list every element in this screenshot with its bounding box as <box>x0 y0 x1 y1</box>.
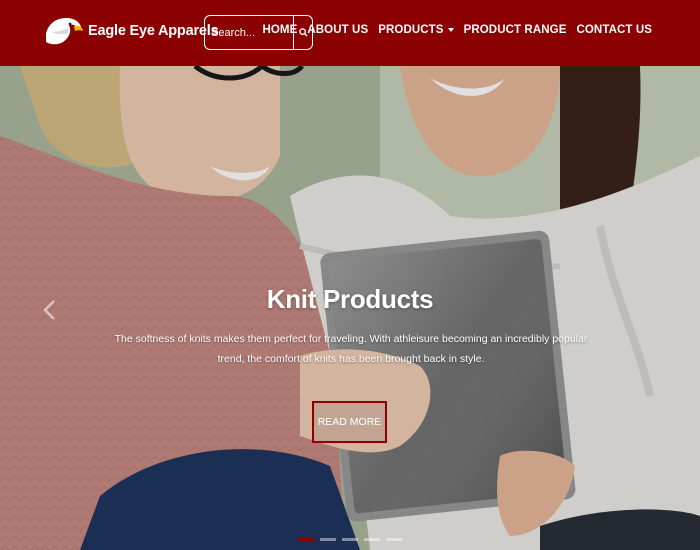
hero-title: Knit Products <box>266 284 434 314</box>
carousel-indicator[interactable] <box>386 538 402 541</box>
nav-about-label: ABOUT US <box>307 24 369 36</box>
read-more-button[interactable]: READ MORE <box>312 401 387 443</box>
nav-product-range-label: PRODUCT RANGE <box>463 24 567 36</box>
brand[interactable]: Eagle Eye Apparels <box>44 14 219 48</box>
nav-home-label: HOME <box>262 24 298 36</box>
nav-products-dropdown[interactable]: PRODUCTS <box>378 24 454 36</box>
carousel-indicator[interactable] <box>342 538 358 541</box>
hero-carousel: Knit Products The softness of knits make… <box>0 66 700 550</box>
top-navbar: Eagle Eye Apparels HOME ABOUT US PRODUCT… <box>0 0 700 66</box>
nav-contact-label: CONTACT US <box>576 24 652 36</box>
carousel-indicator[interactable] <box>320 538 336 541</box>
hero-description: The softness of knits makes them perfect… <box>114 333 588 365</box>
eagle-logo-icon <box>46 18 83 45</box>
nav-about-us[interactable]: ABOUT US <box>307 24 368 36</box>
nav-products-label: PRODUCTS <box>378 24 444 36</box>
carousel-indicator[interactable] <box>298 538 314 541</box>
carousel-indicators <box>0 538 700 541</box>
nav-menu: HOME ABOUT US PRODUCTS PRODUCT RANGE CON… <box>252 24 652 36</box>
nav-home[interactable]: HOME <box>262 24 297 36</box>
chevron-down-icon <box>447 28 454 32</box>
nav-contact-us[interactable]: CONTACT US <box>576 24 652 36</box>
brand-name: Eagle Eye Apparels <box>88 23 219 39</box>
nav-product-range[interactable]: PRODUCT RANGE <box>464 24 567 36</box>
carousel-indicator[interactable] <box>364 538 380 541</box>
